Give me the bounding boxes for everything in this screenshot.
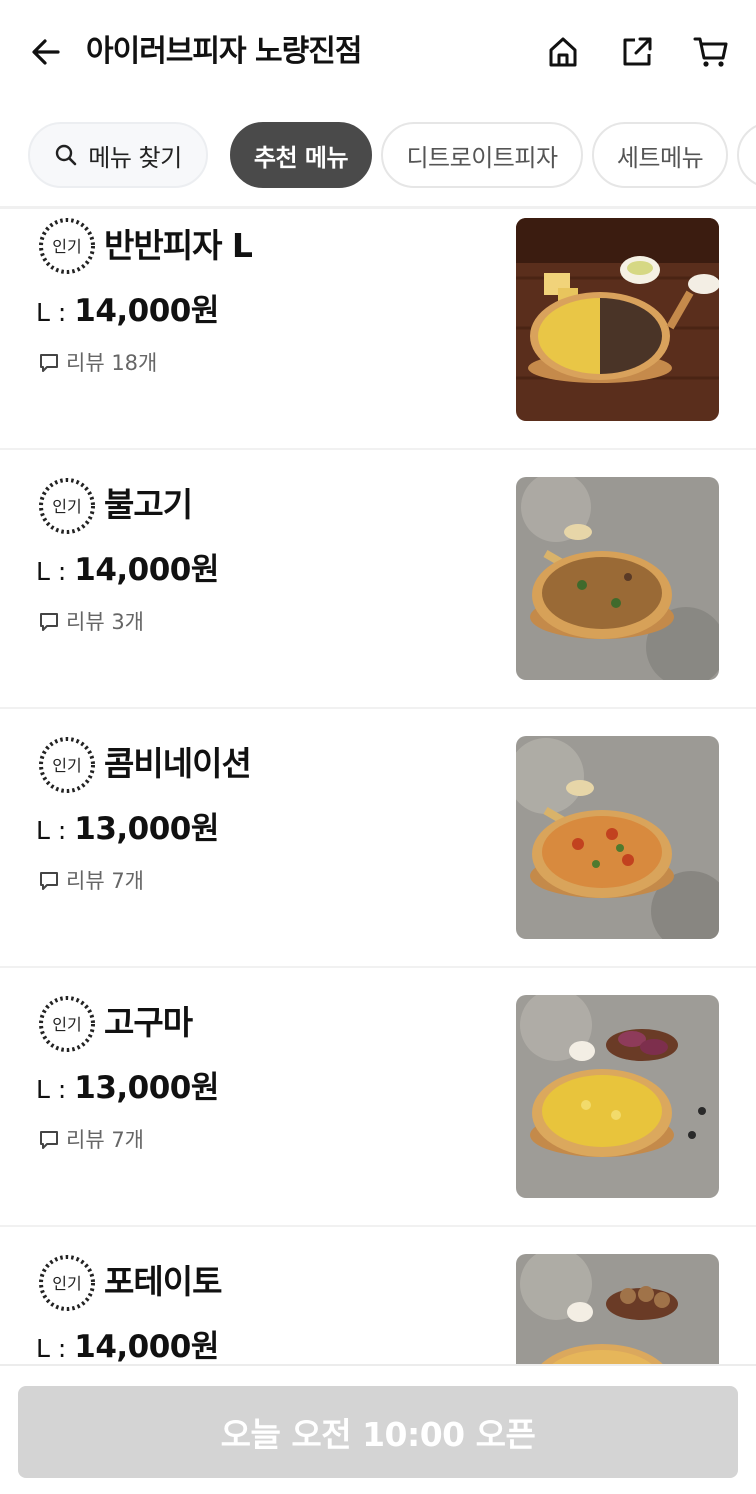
menu-item[interactable]: 인기 불고기 L : 14,000원 리뷰 3개 [0,450,756,709]
potato-pizza-image [516,1254,719,1364]
sweet-potato-pizza-image [516,995,719,1198]
menu-search-chip[interactable]: 메뉴 찾기 [28,122,208,188]
svg-text:인기: 인기 [52,1274,81,1293]
menu-item[interactable]: 인기 콤비네이션 L : 13,000원 리뷰 7개 [0,709,756,968]
cart-button[interactable] [689,30,733,74]
menu-item-reviews: 리뷰 3개 [38,606,144,638]
menu-item-name: 불고기 [104,485,193,524]
cart-icon [693,37,728,67]
comment-icon [38,870,60,892]
tab-detroit-pizza[interactable]: 디트로이트피자 [381,122,583,188]
menu-item-reviews: 리뷰 7개 [38,1124,144,1156]
share-icon [623,37,652,66]
menu-item-price: L : 14,000원 [36,293,219,329]
menu-item-price: L : 13,000원 [36,1070,219,1106]
back-button[interactable] [24,30,68,74]
arrow-left-icon [32,39,60,65]
tab-more[interactable] [737,122,756,188]
menu-item-reviews: 리뷰 18개 [38,347,157,379]
comment-icon [38,1129,60,1151]
menu-search-label: 메뉴 찾기 [88,143,182,172]
share-button[interactable] [615,30,659,74]
svg-text:인기: 인기 [52,1015,81,1034]
menu-item[interactable]: 인기 포테이토 L : 14,000원 [0,1227,756,1364]
menu-item-name: 고구마 [104,1003,193,1042]
comment-icon [38,352,60,374]
svg-text:인기: 인기 [52,237,81,256]
app-header: 아이러브피자 노량진점 [0,0,756,104]
home-icon [549,37,577,67]
menu-item[interactable]: 인기 고구마 L : 13,000원 리뷰 7개 [0,968,756,1227]
combination-pizza-image [516,736,719,939]
half-half-pizza-image [516,218,719,421]
menu-item[interactable]: 인기 반반피자 L L : 14,000원 리뷰 18개 [0,209,756,450]
tab-set-menu[interactable]: 세트메뉴 [592,122,728,188]
category-tabs: 메뉴 찾기 추천 메뉴 디트로이트피자 세트메뉴 [0,104,756,208]
svg-text:인기: 인기 [52,756,81,775]
comment-icon [38,611,60,633]
popular-badge-icon: 인기 [39,1255,95,1311]
bulgogi-pizza-image [516,477,719,680]
menu-item-price: L : 13,000원 [36,811,219,847]
tab-recommended[interactable]: 추천 메뉴 [230,122,372,188]
menu-item-reviews: 리뷰 7개 [38,865,144,897]
svg-text:인기: 인기 [52,497,81,516]
menu-list: 인기 반반피자 L L : 14,000원 리뷰 18개 인기 불고기 L: … [0,209,756,1364]
popular-badge-icon: 인기 [39,737,95,793]
search-icon [54,143,78,167]
menu-item-price: L : 14,000원 [36,552,219,588]
menu-item-name: 콤비네이션 [104,744,252,783]
popular-badge-icon: 인기 [39,996,95,1052]
menu-item-price: L : 14,000원 [36,1329,219,1364]
bottom-bar: 오늘 오전 10:00 오픈 [0,1364,756,1494]
menu-item-name: 포테이토 [104,1262,222,1301]
menu-item-name: 반반피자 L [104,226,253,265]
popular-badge-icon: 인기 [39,218,95,274]
home-button[interactable] [541,30,585,74]
open-time-button[interactable]: 오늘 오전 10:00 오픈 [18,1386,738,1478]
page-title: 아이러브피자 노량진점 [86,34,362,69]
popular-badge-icon: 인기 [39,478,95,534]
